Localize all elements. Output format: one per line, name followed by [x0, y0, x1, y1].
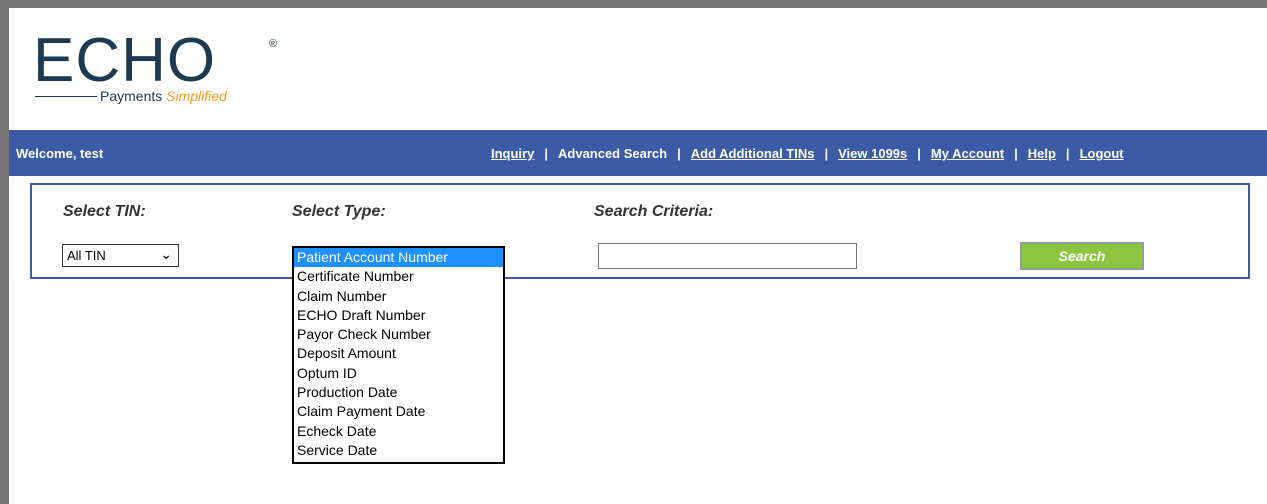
echo-logo: ECHO ® Payments Simplified — [33, 30, 293, 120]
tin-select-value: All TIN — [67, 248, 106, 263]
type-option[interactable]: Echeck Date — [294, 422, 503, 441]
type-option[interactable]: Production Date — [294, 383, 503, 402]
nav-separator: | — [544, 146, 548, 161]
type-option[interactable]: Certificate Number — [294, 267, 503, 286]
nav-separator: | — [1014, 146, 1018, 161]
logo-brand: ECHO — [33, 26, 217, 95]
nav-link-my-account[interactable]: My Account — [931, 146, 1004, 161]
type-option[interactable]: Claim Number — [294, 287, 503, 306]
type-select-listbox[interactable]: Patient Account Number Certificate Number… — [292, 246, 505, 464]
nav-link-help[interactable]: Help — [1028, 146, 1056, 161]
window-frame-left — [0, 0, 9, 504]
nav-link-inquiry[interactable]: Inquiry — [491, 146, 534, 161]
tagline-accent: Simplified — [166, 88, 227, 104]
search-button[interactable]: Search — [1020, 242, 1144, 270]
nav-link-view-1099s[interactable]: View 1099s — [838, 146, 907, 161]
nav-links: Inquiry | Advanced Search | Add Additional T… — [491, 146, 1124, 161]
select-type-label: Select Type: — [292, 203, 386, 220]
type-option[interactable]: Optum ID — [294, 364, 503, 383]
nav-separator: | — [1065, 146, 1070, 161]
type-option[interactable]: Claim Payment Date — [294, 402, 503, 421]
nav-link-add-tins[interactable]: Add Additional TINs — [691, 146, 815, 161]
type-option[interactable]: Deposit Amount — [294, 344, 503, 363]
logo-tagline: Payments Simplified — [100, 88, 227, 104]
welcome-text: Welcome, test — [16, 146, 104, 161]
nav-link-logout[interactable]: Logout — [1080, 146, 1124, 161]
nav-separator: | — [677, 146, 681, 161]
type-option[interactable]: Payor Check Number — [294, 325, 503, 344]
logo-rule — [35, 96, 97, 97]
select-tin-label: Select TIN: — [63, 203, 146, 220]
nav-separator: | — [917, 146, 921, 161]
chevron-down-icon: ⌄ — [160, 246, 172, 262]
tagline-main: Payments — [100, 88, 167, 104]
search-criteria-input[interactable] — [598, 243, 857, 269]
tin-select[interactable]: All TIN ⌄ — [62, 244, 179, 267]
search-criteria-label: Search Criteria: — [594, 203, 714, 220]
registered-mark: ® — [269, 38, 278, 50]
nav-separator: | — [824, 146, 829, 161]
type-option[interactable]: Service Date — [294, 441, 503, 460]
type-option[interactable]: ECHO Draft Number — [294, 306, 503, 325]
window-frame-top — [0, 0, 1267, 8]
type-option[interactable]: Patient Account Number — [294, 248, 503, 268]
nav-link-advanced-search[interactable]: Advanced Search — [558, 146, 667, 161]
header-bar: Welcome, test Inquiry | Advanced Search | Ad… — [9, 130, 1267, 176]
